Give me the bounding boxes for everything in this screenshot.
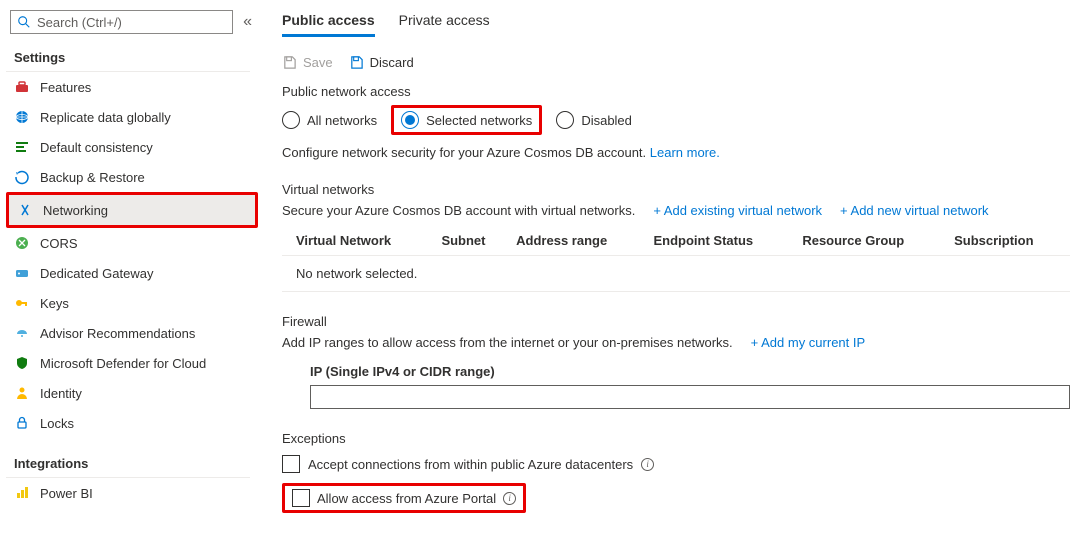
radio-selected-networks[interactable]: Selected networks: [401, 111, 532, 129]
vnet-description: Secure your Azure Cosmos DB account with…: [282, 203, 635, 218]
sidebar-item-backup[interactable]: Backup & Restore: [6, 162, 258, 192]
ip-label: IP (Single IPv4 or CIDR range): [282, 358, 1070, 385]
add-my-ip-link[interactable]: + Add my current IP: [751, 335, 866, 350]
search-placeholder: Search (Ctrl+/): [37, 15, 122, 30]
gateway-icon: [14, 265, 30, 281]
vnet-heading: Virtual networks: [282, 182, 1070, 197]
sidebar-item-label: Replicate data globally: [40, 110, 171, 125]
networking-icon: [17, 202, 33, 218]
sidebar-item-replicate[interactable]: Replicate data globally: [6, 102, 258, 132]
sidebar-item-cors[interactable]: CORS: [6, 228, 258, 258]
sidebar-item-label: Default consistency: [40, 140, 153, 155]
sidebar-item-powerbi[interactable]: Power BI: [6, 478, 258, 508]
sidebar-item-label: Power BI: [40, 486, 93, 501]
sidebar-item-locks[interactable]: Locks: [6, 408, 258, 438]
search-icon: [17, 15, 31, 29]
sidebar-item-label: Microsoft Defender for Cloud: [40, 356, 206, 371]
col-subnet: Subnet: [435, 226, 510, 256]
add-existing-vnet-link[interactable]: + Add existing virtual network: [653, 203, 822, 218]
sidebar-item-keys[interactable]: Keys: [6, 288, 258, 318]
identity-icon: [14, 385, 30, 401]
vnet-table: Virtual Network Subnet Address range End…: [282, 226, 1070, 292]
cors-icon: [14, 235, 30, 251]
advisor-icon: [14, 325, 30, 341]
tab-private-access[interactable]: Private access: [399, 6, 490, 37]
firewall-heading: Firewall: [282, 314, 1070, 329]
save-icon: [282, 55, 297, 70]
save-label: Save: [303, 55, 333, 70]
sidebar-item-label: Identity: [40, 386, 82, 401]
add-new-vnet-link[interactable]: + Add new virtual network: [840, 203, 989, 218]
info-icon[interactable]: i: [641, 458, 654, 471]
sidebar-item-networking[interactable]: Networking: [9, 195, 255, 225]
sidebar-item-features[interactable]: Features: [6, 72, 258, 102]
sidebar-item-label: CORS: [40, 236, 78, 251]
key-icon: [14, 295, 30, 311]
checkbox-accept-azure-dc[interactable]: [282, 455, 300, 473]
lock-icon: [14, 415, 30, 431]
col-virtual-network: Virtual Network: [282, 226, 435, 256]
sidebar-item-label: Features: [40, 80, 91, 95]
sidebar-item-label: Advisor Recommendations: [40, 326, 195, 341]
powerbi-icon: [14, 485, 30, 501]
search-input[interactable]: Search (Ctrl+/): [10, 10, 233, 34]
sidebar-item-defender[interactable]: Microsoft Defender for Cloud: [6, 348, 258, 378]
pna-description: Configure network security for your Azur…: [282, 145, 1070, 160]
col-address-range: Address range: [510, 226, 647, 256]
learn-more-link[interactable]: Learn more.: [650, 145, 720, 160]
backup-icon: [14, 169, 30, 185]
radio-disabled[interactable]: Disabled: [556, 111, 632, 129]
sidebar-item-gateway[interactable]: Dedicated Gateway: [6, 258, 258, 288]
sidebar-item-label: Dedicated Gateway: [40, 266, 153, 281]
shield-icon: [14, 355, 30, 371]
integrations-header: Integrations: [6, 452, 250, 478]
save-button[interactable]: Save: [282, 55, 333, 70]
col-subscription: Subscription: [948, 226, 1070, 256]
checkbox-allow-portal[interactable]: [292, 489, 310, 507]
sidebar-item-label: Locks: [40, 416, 74, 431]
firewall-description: Add IP ranges to allow access from the i…: [282, 335, 733, 350]
col-resource-group: Resource Group: [796, 226, 948, 256]
pna-heading: Public network access: [282, 84, 1070, 99]
sidebar-item-label: Backup & Restore: [40, 170, 145, 185]
empty-message: No network selected.: [282, 256, 1070, 292]
checkbox-label: Allow access from Azure Portal: [317, 491, 496, 506]
checkbox-label: Accept connections from within public Az…: [308, 457, 633, 472]
discard-label: Discard: [370, 55, 414, 70]
main-content: Public access Private access Save Discar…: [258, 0, 1086, 541]
exceptions-heading: Exceptions: [282, 431, 1070, 446]
sidebar-item-identity[interactable]: Identity: [6, 378, 258, 408]
radio-all-networks[interactable]: All networks: [282, 111, 377, 129]
radio-label: Selected networks: [426, 113, 532, 128]
ip-input[interactable]: [310, 385, 1070, 409]
sidebar: Search (Ctrl+/) « Settings Features Repl…: [0, 0, 258, 541]
sidebar-item-label: Keys: [40, 296, 69, 311]
collapse-sidebar-button[interactable]: «: [239, 13, 256, 31]
discard-icon: [349, 55, 364, 70]
sidebar-item-label: Networking: [43, 203, 108, 218]
radio-label: All networks: [307, 113, 377, 128]
tab-public-access[interactable]: Public access: [282, 6, 375, 37]
sidebar-item-advisor[interactable]: Advisor Recommendations: [6, 318, 258, 348]
toolbox-icon: [14, 79, 30, 95]
globe-icon: [14, 109, 30, 125]
radio-label: Disabled: [581, 113, 632, 128]
table-row: No network selected.: [282, 256, 1070, 292]
bars-icon: [14, 139, 30, 155]
info-icon[interactable]: i: [503, 492, 516, 505]
discard-button[interactable]: Discard: [349, 55, 414, 70]
settings-header: Settings: [6, 46, 250, 72]
col-endpoint-status: Endpoint Status: [648, 226, 797, 256]
sidebar-item-consistency[interactable]: Default consistency: [6, 132, 258, 162]
tabs: Public access Private access: [282, 6, 1070, 37]
